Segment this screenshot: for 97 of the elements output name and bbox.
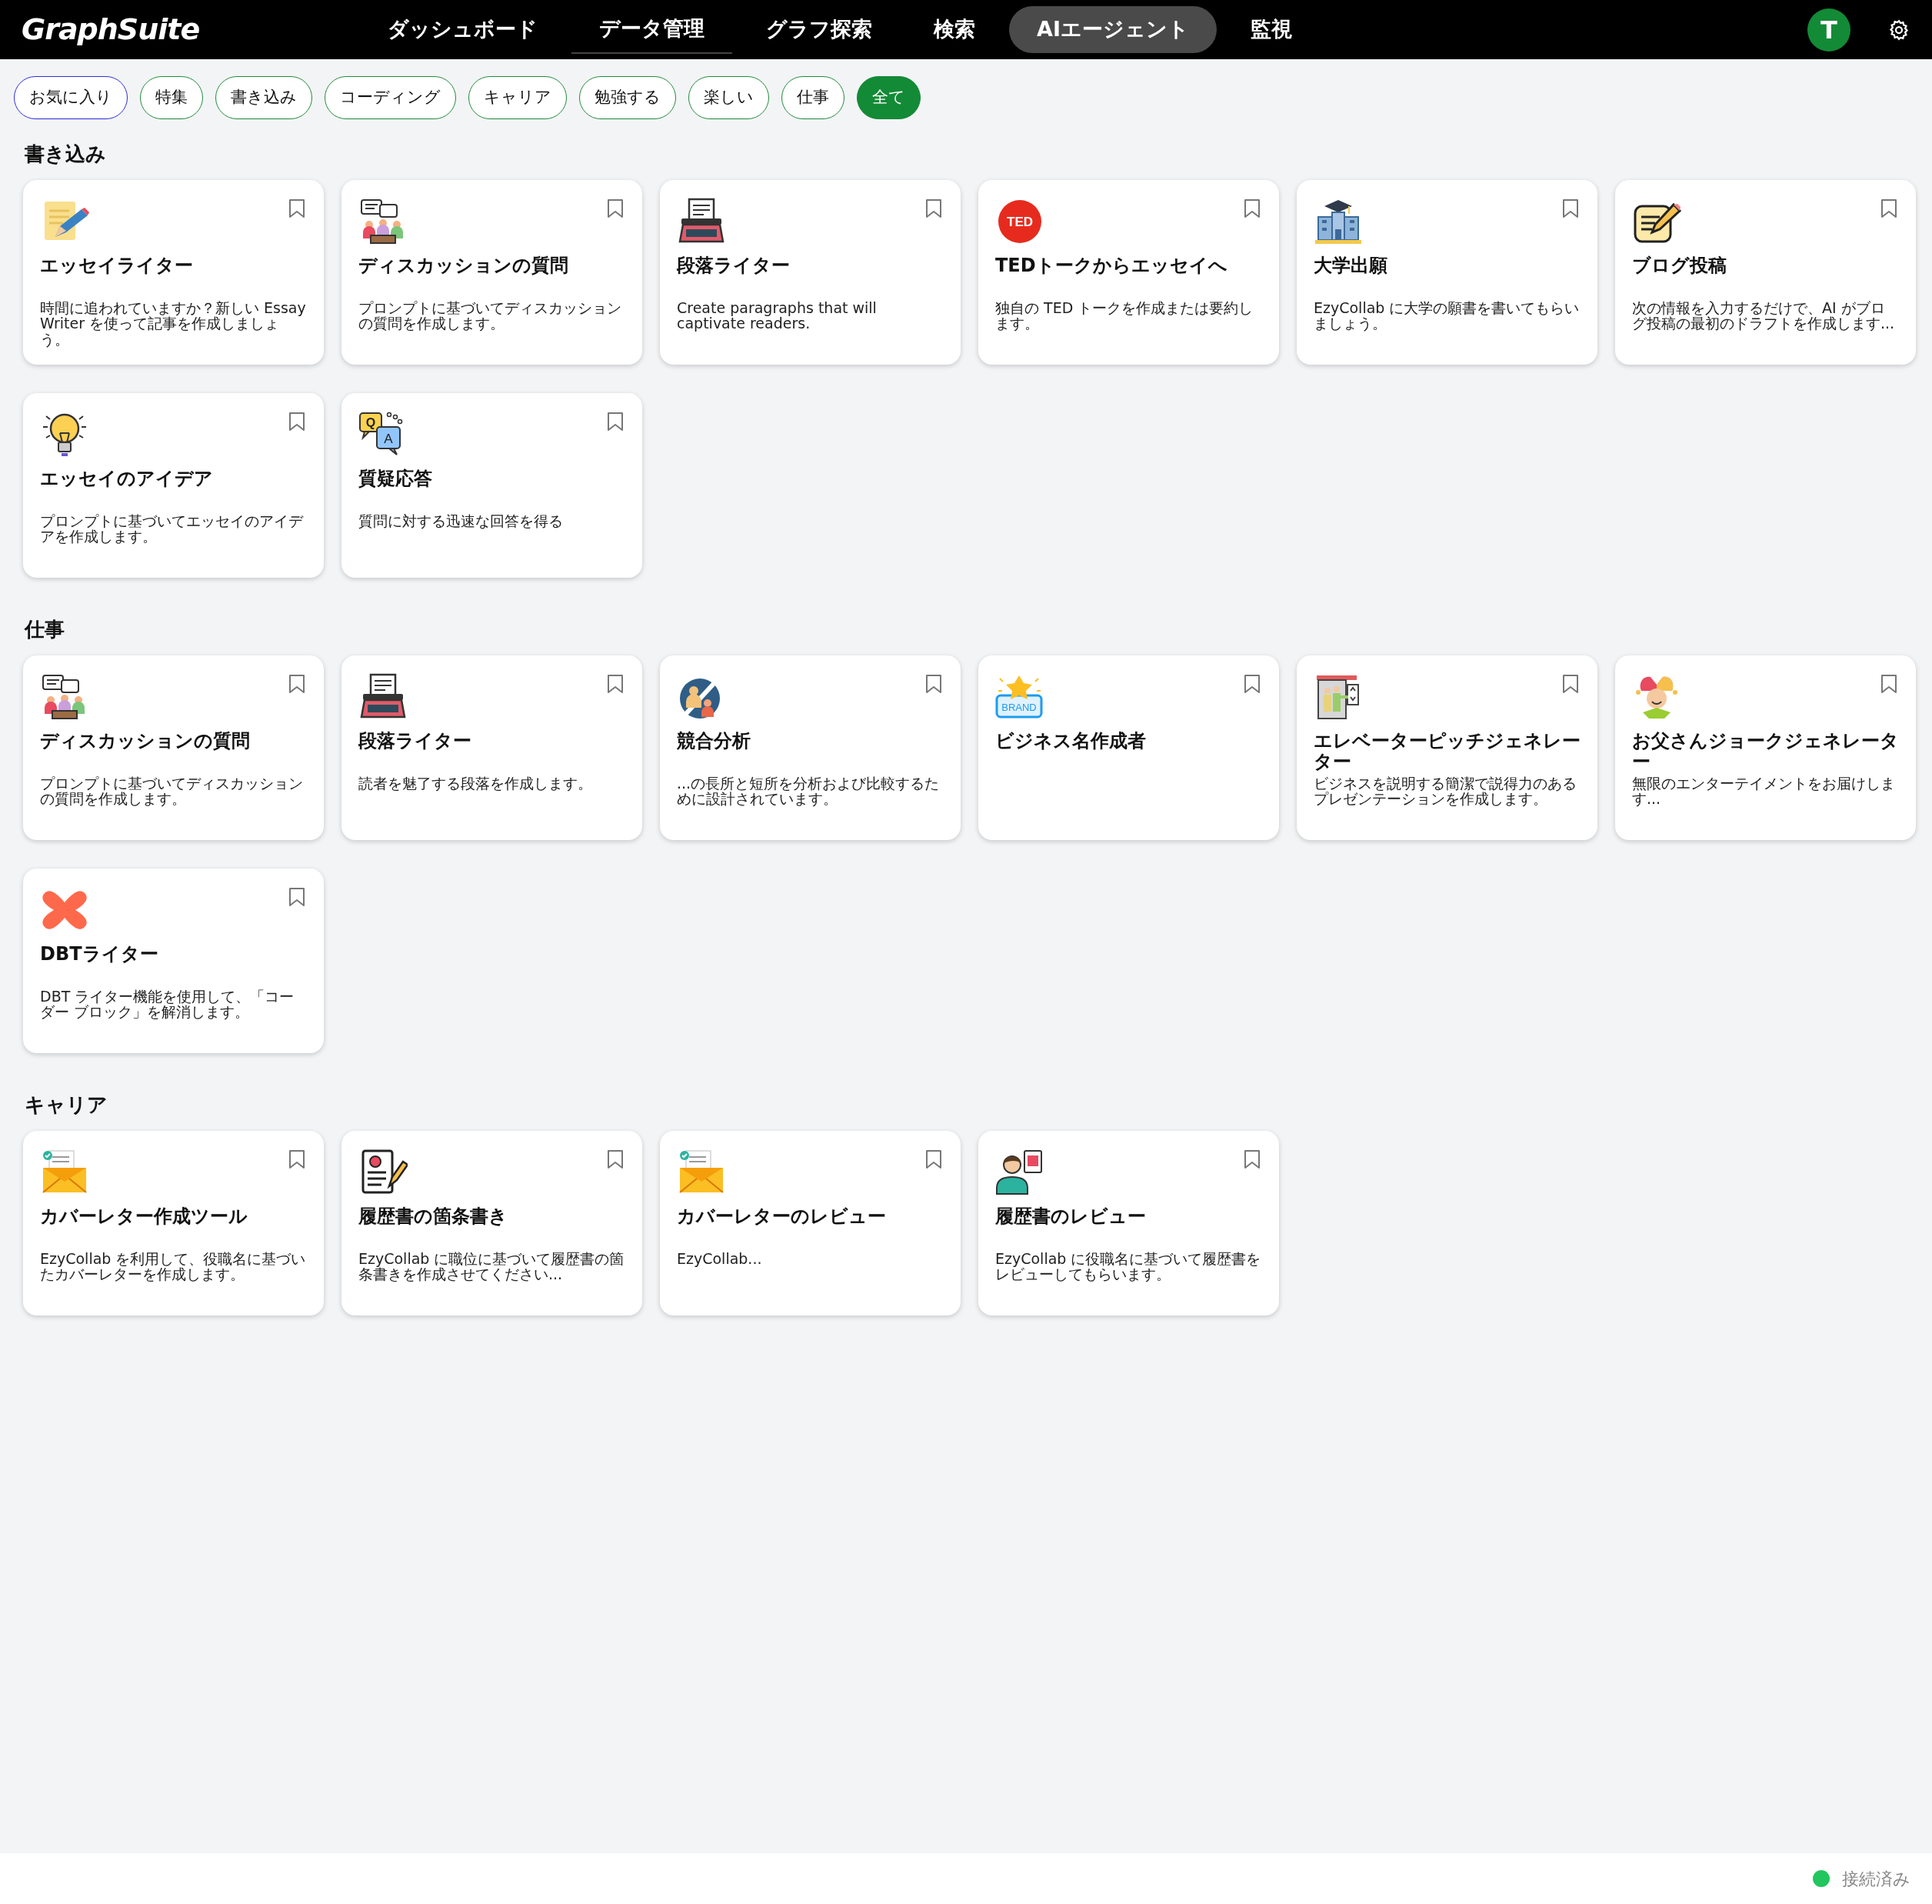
agent-card[interactable]: エッセイのアイデア プロンプトに基づいてエッセイのアイデアを作成します。 [23,392,324,578]
agent-card[interactable]: ブログ投稿 次の情報を入力するだけで、AI がブログ投稿の最初のドラフトを作成します... [1615,179,1916,365]
card-description: EzyCollab に職位に基づいて履歴書の箇条書きを作成させてください... [358,1250,625,1283]
agent-card[interactable]: ディスカッションの質問 プロンプトに基づいてディスカッションの質問を作成します。 [341,179,642,365]
agent-card[interactable]: カバーレター作成ツール EzyCollab を利用して、役職名に基づいたカバーレターを作成します。 [23,1130,324,1315]
agent-card[interactable]: 段落ライター Create paragraphs that will captivate readers. [660,179,961,365]
card-description: EzyCollab を利用して、役職名に基づいたカバーレターを作成します。 [40,1250,307,1283]
nav-tab[interactable]: 監視 [1222,6,1320,53]
card-title: 段落ライター [677,255,791,278]
card-description: プロンプトに基づいてディスカッションの質問を作成します。 [358,299,622,332]
agent-card[interactable]: 段落ライター 読者を魅了する段落を作成します。 [341,655,642,840]
card-title: 履歴書の箇条書き [358,1205,508,1229]
card-title: ディスカッションの質問 [358,255,569,278]
filter-chip[interactable]: お気に入り [14,76,128,119]
card-description: プロンプトに基づいてディスカッションの質問を作成します。 [40,775,304,808]
card-description: 独自の TED トークを作成または要約します。 [995,299,1254,332]
card-title: DBTライター [40,943,159,966]
nav-tab[interactable]: データ管理 [571,5,732,54]
bookmark-icon[interactable] [925,198,942,218]
card-description: EzyCollab に役職名に基づいて履歴書をレビューしてもらいます。 [995,1250,1262,1283]
card-title: 段落ライター [358,730,472,753]
bookmark-icon[interactable] [925,1149,942,1169]
agent-card[interactable]: 履歴書のレビュー EzyCollab に役職名に基づいて履歴書をレビューしてもらいます。 [978,1130,1279,1315]
bookmark-icon[interactable] [607,673,624,694]
agent-card[interactable]: ディスカッションの質問 プロンプトに基づいてディスカッションの質問を作成します。 [23,655,324,840]
agent-card[interactable]: BRAND ビジネス名作成者 [978,655,1279,840]
agent-card[interactable]: DBTライター DBT ライター機能を使用して、「コーダー ブロック」を解消します。 [23,868,324,1053]
nav-tab[interactable]: 検索 [906,6,1003,53]
user-avatar[interactable]: T [1807,8,1850,52]
card-title: 大学出願 [1314,255,1388,278]
card-description: EzyCollab... [677,1250,763,1267]
card-title: エッセイのアイデア [40,468,214,491]
card-description: ビジネスを説明する簡潔で説得力のあるプレゼンテーションを作成します。 [1314,775,1577,808]
agent-card[interactable]: Q A 質疑応答 質問に対する迅速な回答を得る [341,392,642,578]
filter-chip[interactable]: 全て [857,76,921,119]
card-description: Create paragraphs that will captivate readers. [677,299,878,332]
card-title: エレベーターピッチジェネレーター [1314,730,1581,774]
card-description: 読者を魅了する段落を作成します。 [358,775,593,792]
filter-chip[interactable]: 特集 [140,76,203,119]
logo-text[interactable]: GraphSuite [22,8,200,52]
card-title: お父さんジョークジェネレーター [1632,730,1899,774]
card-description: ...の長所と短所を分析および比較するために設計されています。 [677,775,941,808]
nav-tab[interactable]: ダッシュボード [360,6,565,53]
card-description: プロンプトに基づいてエッセイのアイデアを作成します。 [40,512,305,545]
card-description: EzyCollab に大学の願書を書いてもらいましょう。 [1314,299,1581,332]
card-title: 競合分析 [677,730,751,753]
agent-card[interactable]: カバーレターのレビュー EzyCollab... [660,1130,961,1315]
agent-card[interactable]: TED TEDトークからエッセイへ 独自の TED トークを作成または要約します。 [978,179,1279,365]
section-title: 仕事 [25,616,65,642]
settings-icon[interactable] [1887,18,1910,42]
card-description: DBT ライター機能を使用して、「コーダー ブロック」を解消します。 [40,988,295,1021]
agent-card[interactable]: エレベーターピッチジェネレーター ビジネスを説明する簡潔で説得力のあるプレゼンテーションを作成します。 [1297,655,1597,840]
section-title: 書き込み [25,141,107,167]
filter-chip[interactable]: コーディング [325,76,456,119]
agent-card[interactable]: エッセイライター 時間に追われていますか？新しい Essay Writer を使って記事を作成しましょう。 [23,179,324,365]
card-title: ビジネス名作成者 [995,730,1147,753]
card-title: カバーレターのレビュー [677,1205,887,1229]
bookmark-icon[interactable] [607,198,624,218]
bookmark-icon[interactable] [1880,198,1897,218]
section-title: キャリア [25,1092,108,1118]
bookmark-icon[interactable] [1880,673,1897,694]
agent-card[interactable]: 履歴書の箇条書き EzyCollab に職位に基づいて履歴書の箇条書きを作成させてください... [341,1130,642,1315]
bookmark-icon[interactable] [607,1149,624,1169]
filter-chip[interactable]: 楽しい [688,76,769,119]
filter-chip[interactable]: 書き込み [215,76,312,119]
filter-chip[interactable]: キャリア [468,76,567,119]
nav-tab[interactable]: AIエージェント [1009,6,1217,53]
bookmark-icon[interactable] [288,1149,305,1169]
card-description: 次の情報を入力するだけで、AI がブログ投稿の最初のドラフトを作成します... [1632,299,1896,332]
card-description: 時間に追われていますか？新しい Essay Writer を使って記事を作成しましょう。 [40,299,307,348]
filter-chip[interactable]: 仕事 [781,76,844,119]
connection-status: 接続済み [1842,1868,1910,1890]
bookmark-icon[interactable] [288,673,305,694]
bookmark-icon[interactable] [1244,673,1261,694]
bookmark-icon[interactable] [1562,198,1579,218]
bookmark-icon[interactable] [288,198,305,218]
agent-card[interactable]: 大学出願 EzyCollab に大学の願書を書いてもらいましょう。 [1297,179,1597,365]
agent-card[interactable]: 競合分析 ...の長所と短所を分析および比較するために設計されています。 [660,655,961,840]
bookmark-icon[interactable] [1244,198,1261,218]
card-title: TEDトークからエッセイへ [995,255,1228,278]
card-title: 質疑応答 [358,468,433,491]
card-description: 質問に対する迅速な回答を得る [358,512,564,529]
card-title: カバーレター作成ツール [40,1205,248,1229]
nav-tab[interactable]: グラフ探索 [738,6,900,53]
bookmark-icon[interactable] [288,886,305,907]
bookmark-icon[interactable] [1244,1149,1261,1169]
card-description: 無限のエンターテイメントをお届けします... [1632,775,1896,808]
bookmark-icon[interactable] [288,411,305,432]
bookmark-icon[interactable] [607,411,624,432]
bookmark-icon[interactable] [1562,673,1579,694]
card-title: ブログ投稿 [1632,255,1727,278]
filter-chip[interactable]: 勉強する [579,76,676,119]
card-title: エッセイライター [40,255,194,278]
bookmark-icon[interactable] [925,673,942,694]
agent-card[interactable]: お父さんジョークジェネレーター 無限のエンターテイメントをお届けします... [1615,655,1916,840]
card-title: 履歴書のレビュー [995,1205,1147,1229]
card-title: ディスカッションの質問 [40,730,251,753]
